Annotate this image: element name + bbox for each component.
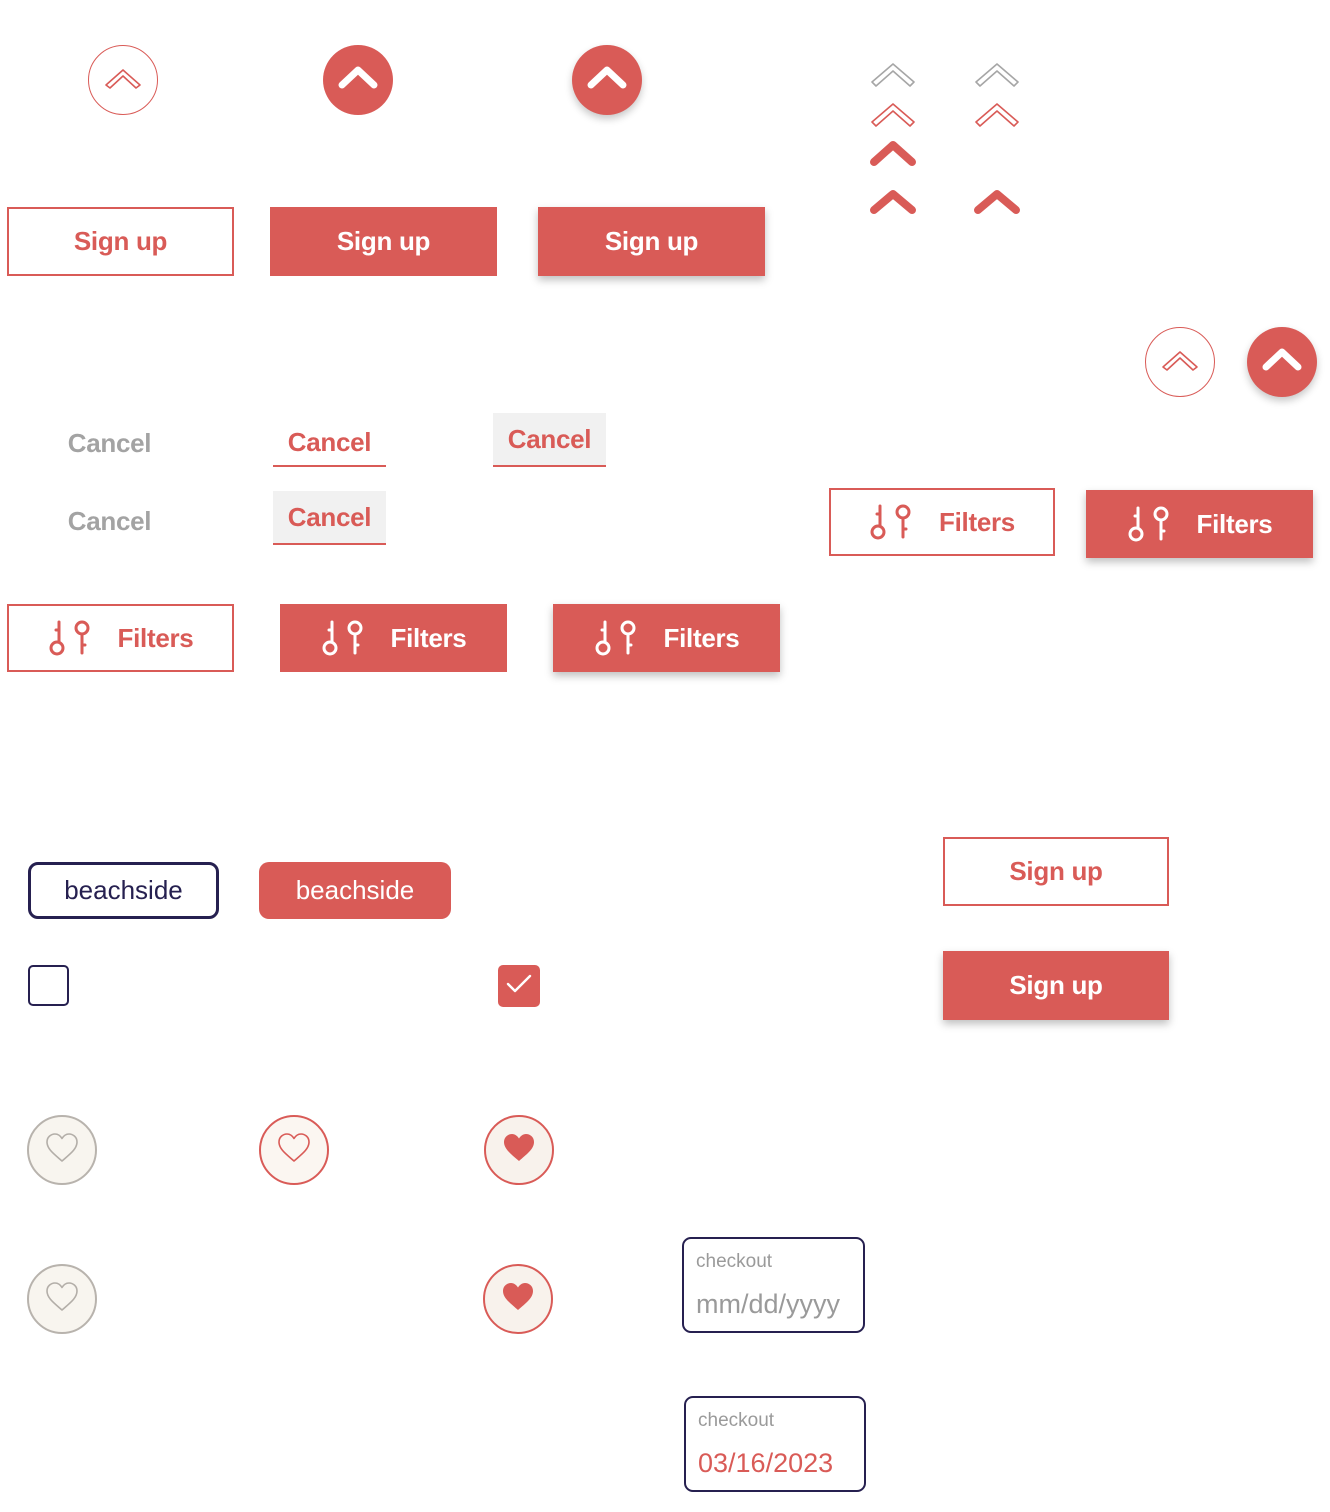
cancel-link-default[interactable]: Cancel bbox=[47, 498, 172, 544]
date-field-label: checkout bbox=[696, 1251, 773, 1272]
favorite-button-default[interactable] bbox=[27, 1115, 97, 1185]
signup-label: Sign up bbox=[1009, 856, 1103, 886]
filters-button-filled-shadow[interactable]: Filters bbox=[553, 604, 780, 672]
beachside-chip-outline[interactable]: beachside bbox=[28, 862, 219, 919]
chevron-up-icon bbox=[868, 188, 918, 225]
signup-button-outline[interactable]: Sign up bbox=[943, 837, 1169, 906]
heart-icon bbox=[44, 1132, 80, 1169]
sliders-filter-icon bbox=[1127, 505, 1173, 543]
filters-label: Filters bbox=[939, 506, 1015, 537]
chevron-up-icon bbox=[101, 64, 145, 97]
cancel-label: Cancel bbox=[507, 423, 592, 454]
date-field-label: checkout bbox=[698, 1410, 775, 1431]
cancel-link-focus[interactable]: Cancel bbox=[273, 491, 386, 545]
cancel-link-default[interactable]: Cancel bbox=[47, 420, 172, 466]
cancel-label: Cancel bbox=[67, 427, 152, 458]
checkbox-checked[interactable] bbox=[498, 965, 540, 1007]
filters-label: Filters bbox=[663, 622, 740, 653]
signup-label: Sign up bbox=[73, 226, 168, 256]
check-icon bbox=[505, 973, 533, 1000]
signup-label: Sign up bbox=[336, 226, 431, 256]
chip-label: beachside bbox=[64, 875, 183, 905]
heart-icon bbox=[501, 1132, 537, 1169]
sliders-filter-icon bbox=[594, 619, 640, 657]
date-field-placeholder: mm/dd/yyyy bbox=[696, 1289, 841, 1319]
chevron-up-icon bbox=[1260, 346, 1304, 379]
heart-icon bbox=[500, 1281, 536, 1318]
chip-label: beachside bbox=[295, 875, 415, 905]
heart-icon bbox=[276, 1132, 312, 1169]
beachside-chip-filled[interactable]: beachside bbox=[259, 862, 451, 919]
scroll-top-button-outline[interactable] bbox=[1145, 327, 1215, 397]
filters-label: Filters bbox=[390, 622, 467, 653]
chevron-up-icon bbox=[972, 58, 1022, 95]
favorite-button-active[interactable] bbox=[484, 1115, 554, 1185]
scroll-top-button-filled[interactable] bbox=[323, 45, 393, 115]
signup-button-filled-shadow[interactable]: Sign up bbox=[538, 207, 765, 276]
chevron-up-icon bbox=[336, 64, 380, 97]
cancel-label: Cancel bbox=[287, 501, 372, 532]
chevron-up-icon bbox=[585, 64, 629, 97]
filters-label: Filters bbox=[117, 622, 194, 653]
sliders-filter-icon bbox=[869, 503, 915, 541]
filters-button-filled[interactable]: Filters bbox=[280, 604, 507, 672]
chevron-up-icon bbox=[1158, 346, 1202, 379]
cancel-label: Cancel bbox=[287, 427, 372, 457]
scroll-top-button-filled-shadow[interactable] bbox=[1247, 327, 1317, 397]
scroll-top-button-filled-shadow[interactable] bbox=[572, 45, 642, 115]
sliders-filter-icon bbox=[48, 619, 94, 657]
filters-button-outline[interactable]: Filters bbox=[829, 488, 1055, 556]
favorite-button-active[interactable] bbox=[483, 1264, 553, 1334]
chevron-up-icon bbox=[972, 98, 1022, 135]
favorite-button-default[interactable] bbox=[27, 1264, 97, 1334]
checkout-date-field-empty[interactable]: checkout mm/dd/yyyy bbox=[682, 1237, 865, 1333]
filters-button-filled-shadow[interactable]: Filters bbox=[1086, 490, 1313, 558]
cancel-link-hover[interactable]: Cancel bbox=[273, 420, 386, 467]
sliders-filter-icon bbox=[321, 619, 367, 657]
filters-button-outline[interactable]: Filters bbox=[7, 604, 234, 672]
chevron-up-icon bbox=[868, 58, 918, 95]
date-field-value: 03/16/2023 bbox=[698, 1448, 834, 1478]
chevron-up-icon bbox=[868, 138, 918, 175]
cancel-label: Cancel bbox=[67, 505, 152, 536]
signup-button-filled-shadow[interactable]: Sign up bbox=[943, 951, 1169, 1020]
signup-label: Sign up bbox=[604, 226, 699, 256]
scroll-top-button-outline[interactable] bbox=[88, 45, 158, 115]
filters-label: Filters bbox=[1196, 508, 1273, 539]
heart-icon bbox=[44, 1281, 80, 1318]
chevron-up-icon bbox=[972, 188, 1022, 225]
chevron-up-icon bbox=[868, 98, 918, 135]
signup-button-filled[interactable]: Sign up bbox=[270, 207, 497, 276]
checkout-date-field-filled[interactable]: checkout 03/16/2023 bbox=[684, 1396, 866, 1492]
favorite-button-hover[interactable] bbox=[259, 1115, 329, 1185]
checkbox-unchecked[interactable] bbox=[28, 965, 69, 1006]
signup-label: Sign up bbox=[1009, 970, 1103, 1000]
cancel-link-active[interactable]: Cancel bbox=[493, 413, 606, 467]
signup-button-outline[interactable]: Sign up bbox=[7, 207, 234, 276]
